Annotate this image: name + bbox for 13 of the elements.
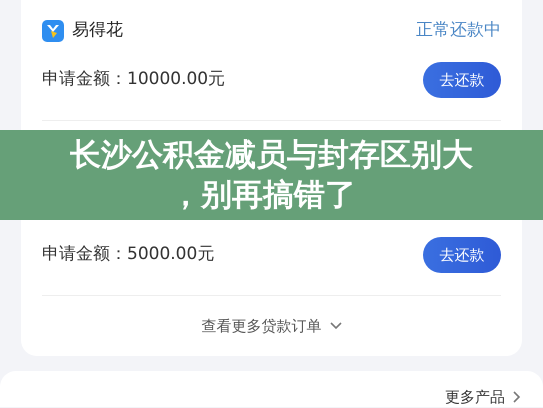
amount-text: 申请金额：5000.00元 [42,243,214,266]
banner-title: ，别再搞错了 [170,176,356,215]
more-products-link[interactable]: 更多产品 [445,388,505,406]
app-name: 易得花 [72,19,123,42]
chevron-right-icon [513,391,521,403]
repay-button[interactable]: 去还款 [423,237,501,273]
app-logo-icon [42,20,64,42]
status-label: 正常还款中 [416,19,501,42]
chevron-down-icon [330,322,342,330]
banner-title: 长沙公积金减员与封存区别大 [70,136,473,175]
amount-text: 申请金额：10000.00元 [42,68,226,92]
repay-button[interactable]: 去还款 [423,62,501,98]
more-orders-link[interactable]: 查看更多贷款订单 [202,314,322,338]
